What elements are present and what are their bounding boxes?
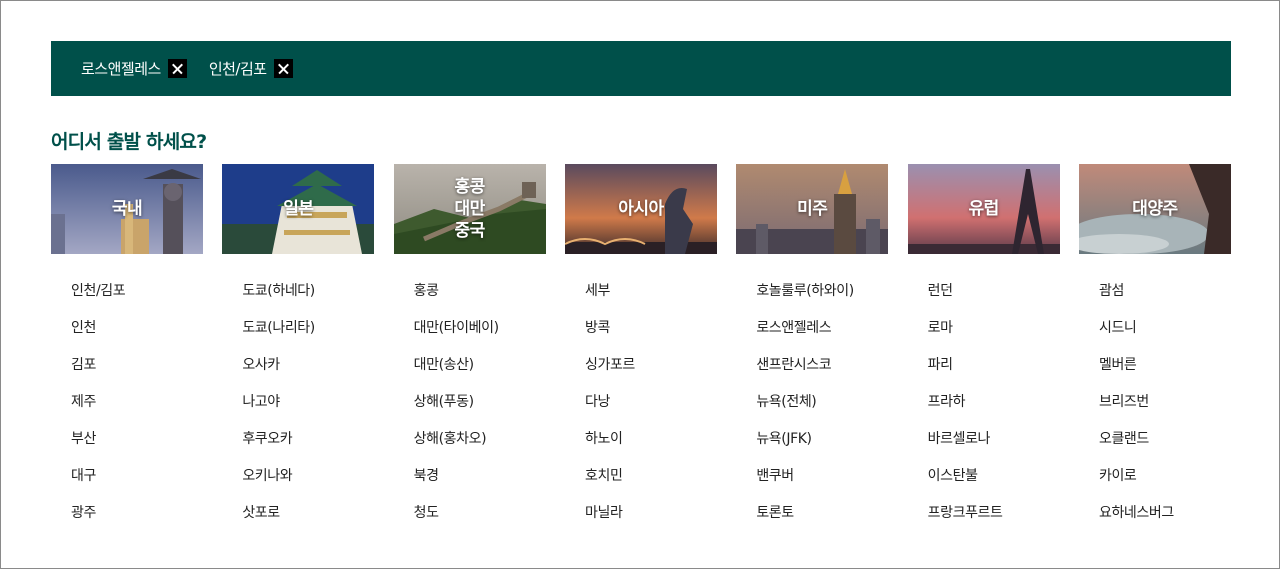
city-item[interactable]: 밴쿠버 (756, 466, 888, 503)
city-item[interactable]: 프랑크푸르트 (928, 503, 1060, 540)
region-title: 대양주 (1132, 199, 1178, 219)
city-item[interactable]: 호치민 (585, 466, 717, 503)
selected-cities-bar: 로스앤젤레스 인천/김포 (51, 41, 1231, 96)
region-tab-oceania[interactable]: 대양주 (1078, 164, 1231, 254)
city-item[interactable]: 로마 (928, 318, 1060, 355)
city-item[interactable]: 부산 (71, 429, 203, 466)
city-item[interactable]: 호놀룰루(하와이) (756, 281, 888, 318)
city-item[interactable]: 상해(푸동) (414, 392, 546, 429)
city-item[interactable]: 도쿄(나리타) (242, 318, 374, 355)
city-item[interactable]: 브리즈번 (1099, 392, 1231, 429)
city-item[interactable]: 인천 (71, 318, 203, 355)
region-title: 홍콩 대만 중국 (454, 177, 486, 241)
region-americas: 미주 호놀룰루(하와이) 로스앤젤레스 샌프란시스코 뉴욕(전체) 뉴욕(JFK… (736, 164, 889, 540)
city-item[interactable]: 대만(송산) (414, 355, 546, 392)
city-item[interactable]: 시드니 (1099, 318, 1231, 355)
city-item[interactable]: 요하네스버그 (1099, 503, 1231, 540)
region-title: 미주 (797, 199, 828, 219)
region-japan: 일본 도쿄(하네다) 도쿄(나리타) 오사카 나고야 후쿠오카 오키나와 삿포로 (222, 164, 375, 540)
close-icon[interactable] (273, 59, 293, 78)
city-item[interactable]: 도쿄(하네다) (242, 281, 374, 318)
city-item[interactable]: 로스앤젤레스 (756, 318, 888, 355)
city-item[interactable]: 괌섬 (1099, 281, 1231, 318)
city-item[interactable]: 대만(타이베이) (414, 318, 546, 355)
city-item[interactable]: 파리 (928, 355, 1060, 392)
region-tab-asia[interactable]: 아시아 (564, 164, 717, 254)
region-europe: 유럽 런던 로마 파리 프라하 바르셀로나 이스탄불 프랑크푸르트 (907, 164, 1060, 540)
city-item[interactable]: 삿포로 (242, 503, 374, 540)
city-item[interactable]: 멜버른 (1099, 355, 1231, 392)
city-item[interactable]: 뉴욕(JFK) (756, 429, 888, 466)
city-item[interactable]: 바르셀로나 (928, 429, 1060, 466)
city-list: 괌섬 시드니 멜버른 브리즈번 오클랜드 카이로 요하네스버그 (1079, 281, 1231, 540)
city-list: 홍콩 대만(타이베이) 대만(송산) 상해(푸동) 상해(홍차오) 북경 청도 (394, 281, 546, 540)
region-tab-europe[interactable]: 유럽 (907, 164, 1060, 254)
city-item[interactable]: 오클랜드 (1099, 429, 1231, 466)
city-item[interactable]: 김포 (71, 355, 203, 392)
city-list: 호놀룰루(하와이) 로스앤젤레스 샌프란시스코 뉴욕(전체) 뉴욕(JFK) 밴… (736, 281, 888, 540)
city-item[interactable]: 토론토 (756, 503, 888, 540)
city-item[interactable]: 마닐라 (585, 503, 717, 540)
departure-question: 어디서 출발 하세요? (51, 131, 207, 153)
city-list: 런던 로마 파리 프라하 바르셀로나 이스탄불 프랑크푸르트 (908, 281, 1060, 540)
city-item[interactable]: 상해(홍차오) (414, 429, 546, 466)
city-list: 인천/김포 인천 김포 제주 부산 대구 광주 (51, 281, 203, 540)
selected-chip-label: 로스앤젤레스 (81, 60, 161, 78)
region-asia: 아시아 세부 방콕 싱가포르 다낭 하노이 호치민 마닐라 (564, 164, 717, 540)
city-item[interactable]: 샌프란시스코 (756, 355, 888, 392)
region-title: 일본 (283, 199, 314, 219)
city-item[interactable]: 오키나와 (242, 466, 374, 503)
region-greater-china: 홍콩 대만 중국 홍콩 대만(타이베이) 대만(송산) 상해(푸동) 상해(홍차… (393, 164, 546, 540)
city-item[interactable]: 방콕 (585, 318, 717, 355)
city-item[interactable]: 청도 (414, 503, 546, 540)
region-title: 유럽 (968, 199, 1000, 219)
city-item[interactable]: 하노이 (585, 429, 717, 466)
region-domestic: 국내 인천/김포 인천 김포 제주 부산 대구 광주 (51, 164, 203, 540)
city-item[interactable]: 런던 (928, 281, 1060, 318)
selected-chip-1: 로스앤젤레스 (81, 58, 187, 79)
destination-picker-panel: 로스앤젤레스 인천/김포 어디서 출발 하세요? 국내 인천/김포 인천 김포 … (0, 0, 1280, 569)
region-tab-americas[interactable]: 미주 (736, 164, 889, 254)
city-item[interactable]: 후쿠오카 (242, 429, 374, 466)
region-tab-domestic[interactable]: 국내 (51, 164, 203, 254)
city-item[interactable]: 뉴욕(전체) (756, 392, 888, 429)
city-item[interactable]: 인천/김포 (71, 281, 203, 318)
city-item[interactable]: 다낭 (585, 392, 717, 429)
city-item[interactable]: 북경 (414, 466, 546, 503)
city-item[interactable]: 대구 (71, 466, 203, 503)
city-list: 세부 방콕 싱가포르 다낭 하노이 호치민 마닐라 (565, 281, 717, 540)
city-item[interactable]: 나고야 (242, 392, 374, 429)
region-title: 국내 (111, 199, 143, 219)
city-item[interactable]: 세부 (585, 281, 717, 318)
city-list: 도쿄(하네다) 도쿄(나리타) 오사카 나고야 후쿠오카 오키나와 삿포로 (222, 281, 374, 540)
city-item[interactable]: 광주 (71, 503, 203, 540)
close-icon[interactable] (167, 59, 187, 78)
selected-chip-2: 인천/김포 (209, 58, 293, 79)
selected-chip-label: 인천/김포 (208, 60, 267, 78)
city-item[interactable]: 이스탄불 (928, 466, 1060, 503)
city-item[interactable]: 카이로 (1099, 466, 1231, 503)
city-item[interactable]: 제주 (71, 392, 203, 429)
region-tab-japan[interactable]: 일본 (222, 164, 375, 254)
region-tab-greater-china[interactable]: 홍콩 대만 중국 (393, 164, 546, 254)
region-columns: 국내 인천/김포 인천 김포 제주 부산 대구 광주 일본 도쿄(하네다) 도쿄… (51, 164, 1231, 540)
city-item[interactable]: 오사카 (242, 355, 374, 392)
region-title: 아시아 (618, 199, 664, 219)
city-item[interactable]: 홍콩 (414, 281, 546, 318)
city-item[interactable]: 싱가포르 (585, 355, 717, 392)
region-oceania: 대양주 괌섬 시드니 멜버른 브리즈번 오클랜드 카이로 요하네스버그 (1078, 164, 1231, 540)
city-item[interactable]: 프라하 (928, 392, 1060, 429)
